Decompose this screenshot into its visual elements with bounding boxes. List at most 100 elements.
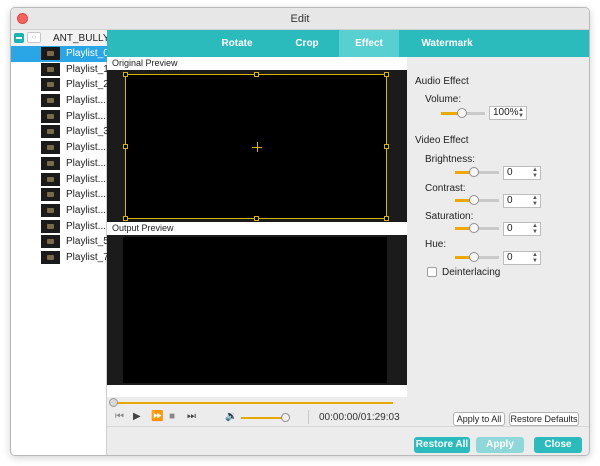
crop-handle[interactable] <box>384 144 389 149</box>
volume-stepper[interactable]: 100% ▲ ▼ <box>489 106 527 120</box>
seek-bar[interactable] <box>107 397 407 409</box>
contrast-label: Contrast: <box>425 183 466 194</box>
playlist-item[interactable]: Playlist... <box>11 156 107 172</box>
title-bar: Edit <box>11 8 589 30</box>
tab-effect[interactable]: Effect <box>339 30 399 57</box>
deinterlacing-checkbox[interactable] <box>427 267 437 277</box>
volume-slider-thumb[interactable] <box>281 413 290 422</box>
hue-stepper[interactable]: 0 ▲ ▼ <box>503 251 541 265</box>
playlist-item[interactable]: Playlist... <box>11 140 107 156</box>
stepper-arrows-icon[interactable]: ▲ ▼ <box>532 195 538 207</box>
seek-thumb[interactable] <box>109 398 118 407</box>
hue-label: Hue: <box>425 239 447 250</box>
playlist-item[interactable]: Playlist... <box>11 187 107 203</box>
volume-slider[interactable] <box>241 417 283 419</box>
playlist-item-label: Playlist... <box>66 173 107 185</box>
playlist-item-label: Playlist... <box>66 189 107 201</box>
playlist-item-label: Playlist... <box>66 110 107 122</box>
video-thumbnail-icon <box>41 172 60 186</box>
playlist-item[interactable]: Playlist_3 <box>11 124 109 140</box>
stepper-arrows-icon[interactable]: ▲ ▼ <box>532 223 538 235</box>
playlist-root[interactable]: ‹› ANT_BULLY <box>11 30 110 46</box>
hue-value: 0 <box>507 252 513 263</box>
skip-forward-icon[interactable]: ⏭ <box>187 412 196 422</box>
volume-value: 100% <box>493 107 519 118</box>
video-thumbnail-icon <box>41 125 60 139</box>
playlist-item[interactable]: Playlist_2 <box>11 77 109 93</box>
apply-button[interactable]: Apply <box>476 437 524 453</box>
crop-handle[interactable] <box>123 216 128 221</box>
tab-crop[interactable]: Crop <box>277 30 337 57</box>
stepper-arrows-icon[interactable]: ▲ ▼ <box>532 252 538 264</box>
collapse-icon[interactable] <box>14 33 24 43</box>
crop-frame[interactable] <box>123 72 389 221</box>
playlist-item-label: Playlist_1 <box>66 63 109 75</box>
video-thumbnail-icon <box>41 62 60 76</box>
close-button[interactable]: Close <box>534 437 582 453</box>
play-icon[interactable]: ▶ <box>133 412 141 422</box>
restore-defaults-button[interactable]: Restore Defaults <box>509 412 579 426</box>
original-preview-label: Original Preview <box>107 57 407 70</box>
output-preview-label: Output Preview <box>107 222 407 235</box>
crop-handle[interactable] <box>254 216 259 221</box>
playlist-item[interactable]: Playlist... <box>11 93 107 109</box>
saturation-thumb[interactable] <box>469 223 479 233</box>
video-thumbnail-icon <box>41 47 60 60</box>
tab-rotate[interactable]: Rotate <box>207 30 267 57</box>
saturation-label: Saturation: <box>425 211 474 222</box>
hue-thumb[interactable] <box>469 252 479 262</box>
saturation-value: 0 <box>507 223 513 234</box>
crop-handle[interactable] <box>123 144 128 149</box>
stepper-arrows-icon[interactable]: ▲ ▼ <box>518 107 524 119</box>
audio-volume-thumb[interactable] <box>457 108 467 118</box>
playlist-item[interactable]: Playlist... <box>11 109 107 125</box>
playlist-item[interactable]: Playlist_7 <box>11 250 109 266</box>
video-thumbnail-icon <box>41 109 60 123</box>
fast-forward-icon[interactable]: ⏩ <box>151 412 163 422</box>
stop-icon[interactable]: ■ <box>169 412 175 422</box>
playlist-item[interactable]: Playlist... <box>11 203 107 219</box>
brightness-thumb[interactable] <box>469 167 479 177</box>
video-thumbnail-icon <box>41 94 60 108</box>
playlist-item-label: Playlist... <box>66 220 107 232</box>
edit-tab-bar: Rotate Crop Effect Watermark <box>107 30 589 57</box>
crop-handle[interactable] <box>384 216 389 221</box>
video-thumbnail-icon <box>41 250 60 264</box>
playlist-item[interactable]: Playlist... <box>11 219 107 235</box>
original-preview <box>107 70 407 222</box>
output-preview <box>107 235 407 385</box>
video-thumbnail-icon <box>41 203 60 217</box>
seek-track[interactable] <box>113 402 393 404</box>
saturation-stepper[interactable]: 0 ▲ ▼ <box>503 222 541 236</box>
apply-to-all-button[interactable]: Apply to All <box>453 412 505 426</box>
playlist-item[interactable]: Playlist_5 <box>11 234 109 250</box>
stepper-arrows-icon[interactable]: ▲ ▼ <box>532 167 538 179</box>
skip-back-icon[interactable]: ⏮ <box>115 412 124 422</box>
brightness-label: Brightness: <box>425 154 476 165</box>
volume-icon[interactable]: 🔉 <box>225 412 237 422</box>
playlist-item-label: Playlist... <box>66 204 107 216</box>
tab-watermark[interactable]: Watermark <box>407 30 487 57</box>
disc-folder-icon: ‹› <box>27 32 41 43</box>
playlist-item[interactable]: Playlist_1 <box>11 62 109 78</box>
video-thumbnail-icon <box>41 219 60 233</box>
crop-handle[interactable] <box>384 72 389 77</box>
playlist-item-label: Playlist_5 <box>66 236 109 248</box>
brightness-stepper[interactable]: 0 ▲ ▼ <box>503 166 541 180</box>
playlist-item-label: Playlist... <box>66 157 107 169</box>
video-effect-heading: Video Effect <box>415 135 469 146</box>
player-controls: ⏮ ▶ ⏩ ■ ⏭ 🔉 00:00:00/01:29:03 <box>107 409 407 426</box>
edit-window: Edit ‹› ANT_BULLY Playlist_0 Playlist_1 … <box>10 7 590 456</box>
contrast-stepper[interactable]: 0 ▲ ▼ <box>503 194 541 208</box>
crop-handle[interactable] <box>254 72 259 77</box>
crop-handle[interactable] <box>123 72 128 77</box>
video-thumbnail-icon <box>41 235 60 249</box>
restore-all-button[interactable]: Restore All <box>414 437 470 453</box>
video-thumbnail-icon <box>41 156 60 170</box>
playlist-item-label: Playlist_0 <box>66 48 109 59</box>
playlist-item[interactable]: Playlist... <box>11 172 107 188</box>
preview-area: Original Preview Output Preview <box>107 57 407 397</box>
window-title: Edit <box>290 13 310 25</box>
contrast-thumb[interactable] <box>469 195 479 205</box>
playlist-item[interactable]: Playlist_0 <box>11 46 109 62</box>
